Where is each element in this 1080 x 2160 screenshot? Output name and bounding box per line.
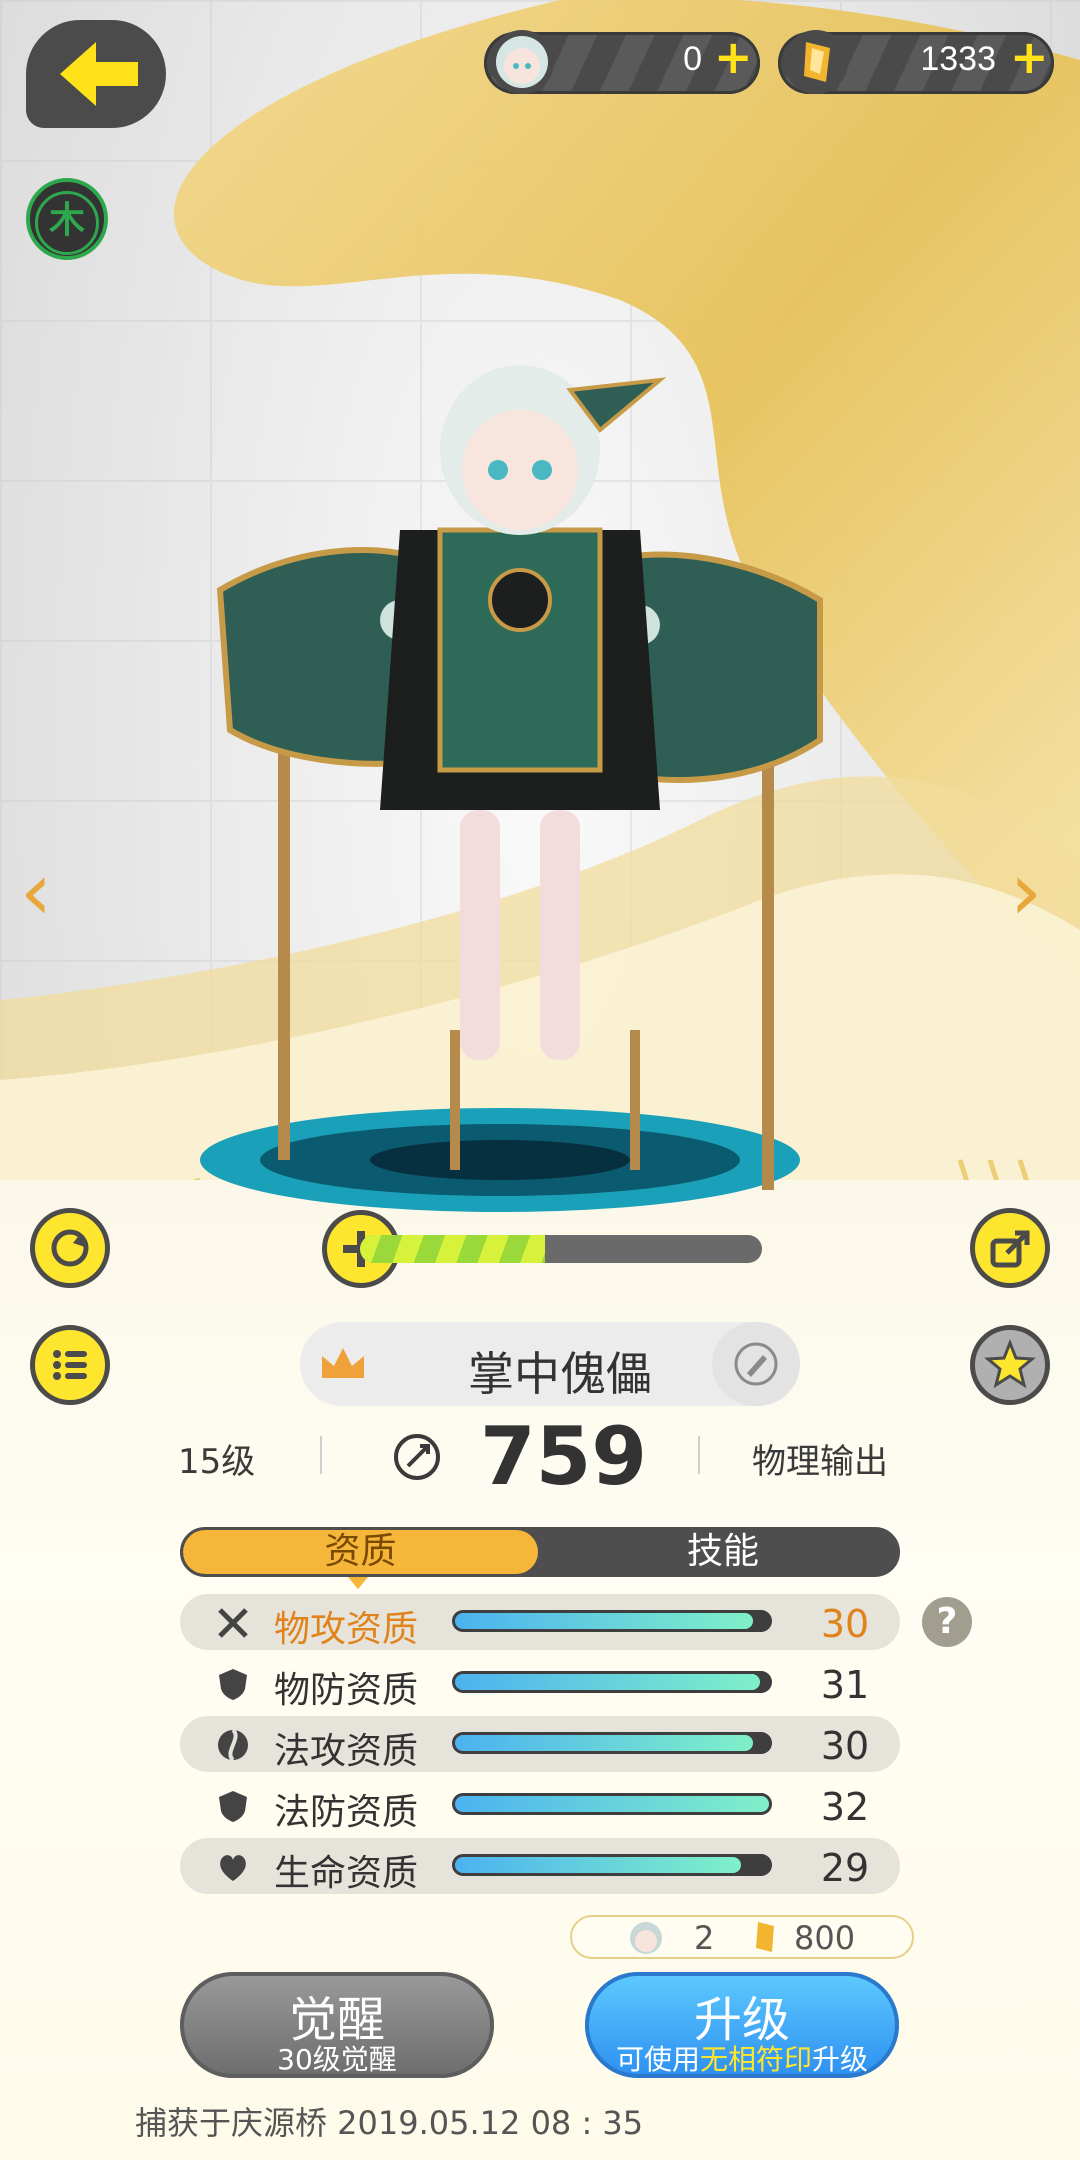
stat-bar [452, 1854, 772, 1876]
stat-row-health: 生命资质 29 [180, 1838, 900, 1894]
crown-icon [322, 1348, 364, 1378]
combat-power: 759 [480, 1410, 647, 1503]
stat-bar-fill [455, 1857, 741, 1873]
upgrade-sub-item: 无相符印 [699, 2043, 812, 2076]
add-currency1-button[interactable]: + [714, 34, 753, 80]
edit-pencil-icon [734, 1342, 778, 1386]
stat-label: 物防资质 [274, 1670, 419, 1711]
stat-label: 物攻资质 [274, 1609, 419, 1650]
stat-bar-fill [455, 1796, 769, 1812]
stat-bar [452, 1732, 772, 1754]
stat-label: 法防资质 [274, 1792, 419, 1833]
exp-bar-fill [360, 1235, 545, 1263]
upgrade-sub-label: 可使用无相符印升级 [585, 2038, 899, 2078]
level-text: 15级 [178, 1442, 256, 1482]
favorite-button[interactable] [970, 1325, 1050, 1405]
awaken-button[interactable]: 觉醒 30级觉醒 [180, 1972, 494, 2078]
upgrade-sub-suffix: 升级 [812, 2043, 869, 2076]
tab-skills[interactable]: 技能 [543, 1530, 897, 1574]
stat-value: 31 [820, 1663, 870, 1707]
next-character-arrow-icon[interactable]: › [1010, 845, 1042, 938]
role-text: 物理输出 [752, 1442, 888, 1482]
refresh-icon [51, 1229, 89, 1267]
stat-value: 30 [820, 1602, 870, 1646]
awaken-sub-label: 30级觉醒 [277, 2043, 397, 2076]
crossed-swords-icon [218, 1608, 248, 1638]
divider [698, 1436, 700, 1474]
stat-label: 生命资质 [274, 1853, 419, 1894]
share-icon [990, 1230, 1030, 1268]
character-model[interactable] [100, 330, 980, 1230]
currency2-value: 1333 [920, 40, 996, 78]
tab-aptitude[interactable]: 资质 [183, 1530, 538, 1574]
stat-bar-fill [455, 1674, 760, 1690]
stat-bar-fill [455, 1735, 754, 1751]
stat-row-physical-defense: 物防资质 31 [180, 1655, 900, 1711]
stat-value: 30 [820, 1724, 870, 1768]
arrow-left-icon [60, 42, 138, 106]
stat-label: 法攻资质 [274, 1731, 419, 1772]
stat-bar [452, 1671, 772, 1693]
tab-pointer [348, 1577, 368, 1589]
shield-icon [219, 1791, 247, 1822]
rename-button[interactable] [712, 1322, 800, 1406]
crystal-icon [784, 30, 848, 94]
power-sword-icon [394, 1434, 440, 1480]
rotate-view-button[interactable] [30, 1208, 110, 1288]
menu-list-button[interactable] [30, 1325, 110, 1405]
help-button[interactable]: ? [922, 1597, 972, 1647]
divider [320, 1436, 322, 1474]
stat-row-magic-attack: 法攻资质 30 [180, 1716, 900, 1772]
exp-bar [360, 1235, 762, 1263]
stat-value: 29 [820, 1846, 870, 1890]
stat-bar [452, 1793, 772, 1815]
share-button[interactable] [970, 1208, 1050, 1288]
crystal-icon [756, 1922, 774, 1952]
stat-bar [452, 1610, 772, 1632]
doll-head-icon [630, 1922, 662, 1954]
stat-row-physical-attack: 物攻资质 30 [180, 1594, 900, 1650]
stat-row-magic-defense: 法防资质 32 [180, 1777, 900, 1833]
swirl-icon [218, 1728, 248, 1762]
heart-icon [220, 1855, 246, 1881]
stat-bar-fill [455, 1613, 754, 1629]
doll-head-icon [490, 30, 554, 94]
cost-item2-count: 800 [794, 1919, 856, 1957]
upgrade-button[interactable]: 升级 可使用无相符印升级 [585, 1972, 899, 2078]
tab-bar: 资质 技能 [180, 1527, 900, 1577]
back-button[interactable] [26, 20, 166, 128]
wood-element-icon: 木 [35, 191, 99, 255]
currency1-value: 0 [683, 40, 702, 78]
upgrade-sub-prefix: 可使用 [615, 2043, 700, 2076]
prev-character-arrow-icon[interactable]: ‹ [20, 845, 52, 938]
capture-info: 捕获于庆源桥 2019.05.12 08 : 35 [135, 2104, 644, 2142]
list-icon [53, 1350, 87, 1380]
upgrade-cost [570, 1915, 914, 1959]
character-name: 掌中傀儡 [468, 1347, 652, 1401]
cost-item1-count: 2 [694, 1919, 715, 1957]
stat-value: 32 [820, 1785, 870, 1829]
add-currency2-button[interactable]: + [1010, 34, 1049, 80]
element-badge: 木 [26, 178, 108, 260]
shield-icon [219, 1669, 247, 1700]
star-icon [984, 1339, 1036, 1389]
